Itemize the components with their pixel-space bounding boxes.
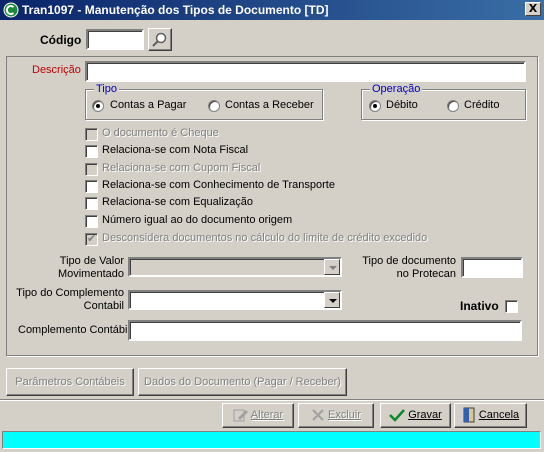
- chevron-down-icon[interactable]: [324, 259, 340, 275]
- chevron-down-icon[interactable]: [324, 292, 340, 308]
- checkbox-numero-igual[interactable]: [85, 215, 98, 228]
- radio-label-debito: Débito: [386, 99, 418, 111]
- checkbox-label-desconsidera-limite: Desconsidera documentos no cálculo do li…: [102, 232, 428, 244]
- title-bar[interactable]: Tran1097 - Manutenção dos Tipos de Docum…: [0, 0, 544, 20]
- checkbox-conhecimento-transporte[interactable]: [85, 180, 98, 193]
- magnifier-icon: [152, 32, 167, 47]
- checkbox-label-nota-fiscal: Relaciona-se com Nota Fiscal: [102, 144, 249, 156]
- tipo-valor-select[interactable]: [128, 257, 342, 277]
- search-button[interactable]: [148, 28, 172, 51]
- checkbox-label-conhecimento-transporte: Relaciona-se com Conhecimento de Transpo…: [102, 179, 335, 191]
- descricao-input[interactable]: [85, 61, 526, 82]
- complemento-contabil-input[interactable]: [128, 320, 522, 341]
- checkbox-cupom-fiscal[interactable]: [85, 163, 98, 176]
- tipo-doc-protecan-input[interactable]: [461, 257, 523, 278]
- radio-contas-a-pagar[interactable]: [92, 100, 104, 112]
- gravar-button[interactable]: Gravar: [380, 403, 451, 428]
- descricao-label: Descrição: [32, 64, 81, 76]
- complemento-contabil-label: Complemento Contábil: [18, 324, 130, 336]
- parametros-contabeis-button[interactable]: Parâmetros Contábeis: [6, 368, 134, 396]
- status-bar: [2, 431, 541, 449]
- radio-label-credito: Crédito: [464, 99, 500, 111]
- pencil-icon: [233, 409, 248, 422]
- window-title: Tran1097 - Manutenção dos Tipos de Docum…: [22, 3, 329, 17]
- checkbox-inativo[interactable]: [505, 300, 518, 313]
- tipo-complemento-label: Tipo do Complemento Contabil: [16, 287, 124, 312]
- tipo-valor-label: Tipo de Valor Movimentado: [57, 255, 124, 280]
- excluir-button[interactable]: Excluir: [298, 403, 374, 428]
- checkbox-label-numero-igual: Número igual ao do documento origem: [102, 214, 293, 226]
- alterar-button[interactable]: Alterar: [222, 403, 294, 428]
- checkbox-label-equalizacao: Relaciona-se com Equalização: [102, 196, 254, 208]
- close-button[interactable]: X: [525, 2, 541, 16]
- radio-debito[interactable]: [369, 100, 381, 112]
- tipo-doc-protecan-label: Tipo de documento no Protecan: [362, 255, 456, 280]
- door-icon: [463, 407, 475, 423]
- radio-label-contas-a-receber: Contas a Receber: [225, 99, 314, 111]
- tipo-complemento-select[interactable]: [128, 290, 342, 310]
- codigo-label: Código: [40, 33, 82, 47]
- app-icon: [3, 2, 19, 18]
- cancela-button[interactable]: Cancela: [454, 403, 527, 428]
- codigo-input[interactable]: [86, 29, 144, 50]
- tipo-legend: Tipo: [94, 83, 119, 95]
- checkbox-label-cupom-fiscal: Relaciona-se com Cupom Fiscal: [102, 162, 261, 174]
- radio-label-contas-a-pagar: Contas a Pagar: [110, 99, 187, 111]
- checkbox-documento-cheque[interactable]: [85, 128, 98, 141]
- dados-documento-button[interactable]: Dados do Documento (Pagar / Receber): [138, 368, 347, 396]
- checkbox-nota-fiscal[interactable]: [85, 145, 98, 158]
- close-icon: X: [528, 2, 538, 15]
- checkbox-label-documento-cheque: O documento é Cheque: [102, 127, 219, 139]
- radio-credito[interactable]: [447, 100, 459, 112]
- inativo-label: Inativo: [460, 299, 499, 313]
- checkbox-equalizacao[interactable]: [85, 197, 98, 210]
- divider: [0, 399, 544, 401]
- radio-contas-a-receber[interactable]: [208, 100, 220, 112]
- checkmark-icon: [389, 409, 406, 422]
- x-icon: [312, 409, 324, 421]
- checkbox-desconsidera-limite[interactable]: [85, 232, 98, 246]
- operacao-legend: Operação: [370, 83, 423, 95]
